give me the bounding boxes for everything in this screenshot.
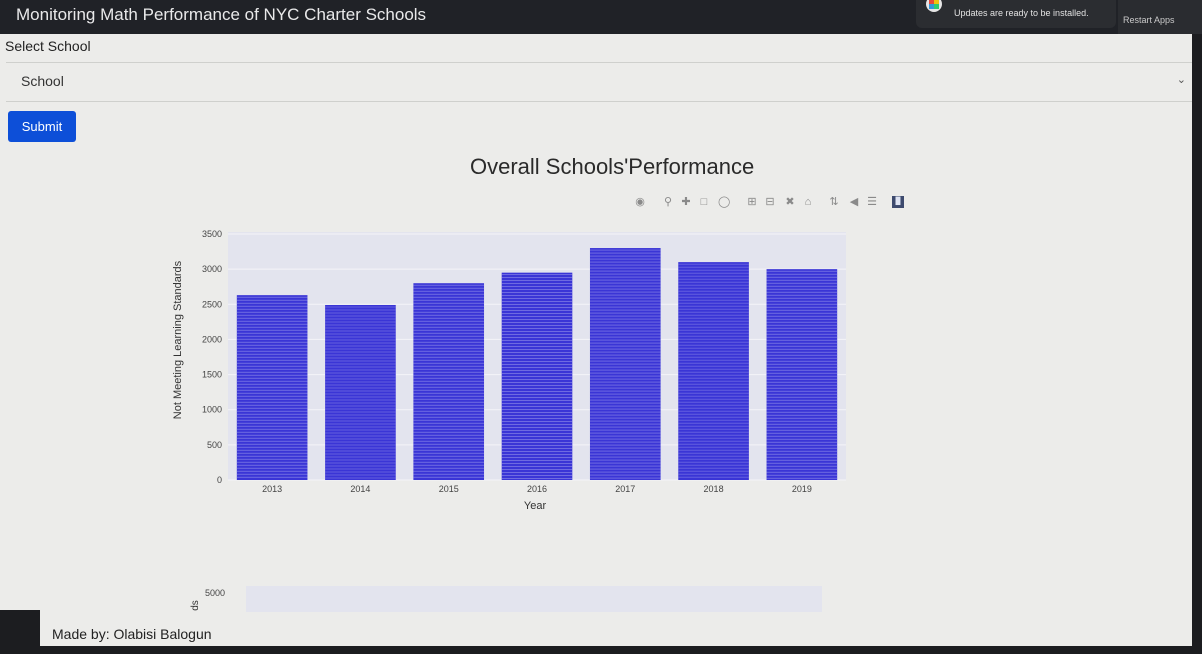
x-tick-label: 2017 <box>615 484 635 494</box>
screen-bezel-right <box>1192 34 1202 654</box>
y-tick-label: 1500 <box>202 370 222 380</box>
app-store-icon <box>926 0 942 12</box>
x-tick-label: 2015 <box>439 484 459 494</box>
second-y-tick: 5000 <box>205 588 226 598</box>
second-plot-area[interactable] <box>246 586 822 612</box>
x-tick-label: 2019 <box>792 484 812 494</box>
screen-bezel-bottom <box>0 646 1202 654</box>
y-tick-label: 2000 <box>202 334 222 344</box>
y-tick-label: 1000 <box>202 405 222 415</box>
x-tick-label: 2016 <box>527 484 547 494</box>
restart-apps-label: Restart Apps <box>1123 15 1175 25</box>
y-tick-label: 0 <box>217 475 222 485</box>
y-axis-title: Not Meeting Learning Standards <box>172 260 184 420</box>
y-tick-label: 3000 <box>202 264 222 274</box>
x-axis-title: Year <box>523 500 547 512</box>
x-tick-label: 2014 <box>350 484 370 494</box>
y-tick-label: 2500 <box>202 299 222 309</box>
second-y-axis-title: ds <box>189 600 201 611</box>
notification-message: Updates are ready to be installed. <box>954 8 1089 18</box>
x-tick-label: 2013 <box>262 484 282 494</box>
x-tick-label: 2018 <box>704 484 724 494</box>
page-content: Select School School ⌄ Submit Overall Sc… <box>0 34 1202 646</box>
footer-credit: Made by: Olabisi Balogun <box>52 626 212 642</box>
y-tick-label: 500 <box>207 440 222 450</box>
y-tick-label: 3500 <box>202 229 222 239</box>
app-title: Monitoring Math Performance of NYC Chart… <box>16 5 427 24</box>
bar-2013[interactable] <box>236 295 308 480</box>
update-notification[interactable]: Updates are ready to be installed. <box>916 0 1116 28</box>
